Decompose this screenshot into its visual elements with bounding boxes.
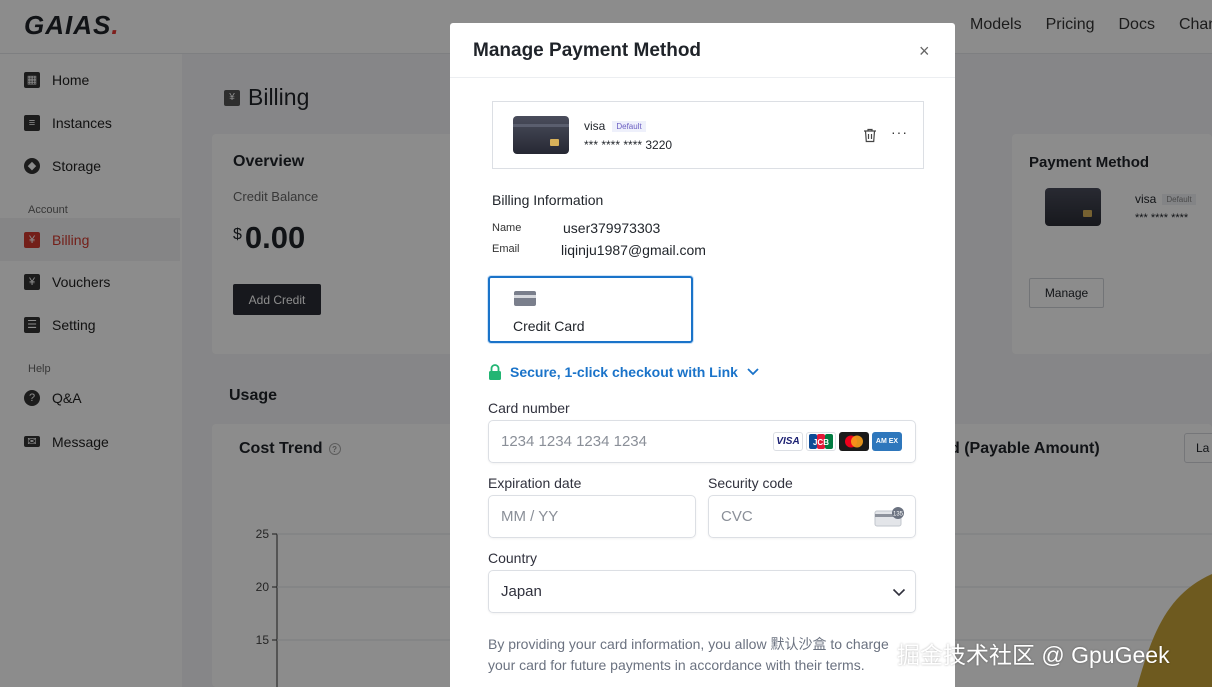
default-badge: Default <box>612 120 646 132</box>
card-number-placeholder: 1234 1234 1234 1234 <box>501 433 647 450</box>
watermark: 掘金技术社区 @ GpuGeek <box>897 642 1170 668</box>
card-image <box>513 116 569 154</box>
email-value: liqinju1987@gmail.com <box>561 242 706 258</box>
saved-card: visa Default *** **** **** 3220 ··· <box>492 101 924 169</box>
link-checkout[interactable]: Secure, 1-click checkout with Link <box>488 364 760 380</box>
cvc-card-icon: 135 <box>874 507 904 527</box>
svg-text:JCB: JCB <box>813 438 829 447</box>
amex-icon: AM EX <box>872 432 902 451</box>
modal-title: Manage Payment Method <box>473 40 702 61</box>
country-select[interactable]: Japan <box>488 570 916 613</box>
jcb-icon: JCB <box>806 432 836 451</box>
visa-icon: VISA <box>773 432 803 451</box>
credit-card-label: Credit Card <box>513 318 585 334</box>
billing-info-title: Billing Information <box>492 192 604 208</box>
chevron-down-icon <box>892 588 906 597</box>
terms-text: By providing your card information, you … <box>488 636 889 673</box>
manage-payment-modal: Manage Payment Method × visa Default ***… <box>450 23 955 687</box>
cvc-input[interactable]: CVC 135 <box>708 495 916 538</box>
expiry-placeholder: MM / YY <box>501 508 559 525</box>
credit-card-tab[interactable]: Credit Card <box>488 276 693 343</box>
expiry-input[interactable]: MM / YY <box>488 495 696 538</box>
country-value: Japan <box>501 583 542 600</box>
chevron-down-icon <box>747 368 759 376</box>
card-number-input[interactable]: 1234 1234 1234 1234 VISA JCB AM EX <box>488 420 916 463</box>
mastercard-icon <box>839 432 869 451</box>
close-icon[interactable]: × <box>919 41 930 62</box>
card-number-label: Card number <box>488 400 570 416</box>
more-icon[interactable]: ··· <box>891 124 908 140</box>
expiry-label: Expiration date <box>488 475 582 491</box>
card-brand: visa Default <box>584 119 646 133</box>
cvc-placeholder: CVC <box>721 508 753 525</box>
credit-card-icon <box>514 291 536 306</box>
country-label: Country <box>488 550 538 566</box>
lock-icon <box>489 364 501 380</box>
name-value: user379973303 <box>563 220 661 236</box>
link-checkout-label: Secure, 1-click checkout with Link <box>510 364 738 380</box>
trash-icon[interactable] <box>863 128 877 143</box>
svg-text:135: 135 <box>893 512 904 518</box>
email-label: Email <box>492 243 520 255</box>
modal-header: Manage Payment Method × <box>450 23 955 78</box>
name-label: Name <box>492 222 522 234</box>
card-number: *** **** **** 3220 <box>584 138 673 152</box>
cvc-label: Security code <box>708 475 793 491</box>
card-brands: VISA JCB AM EX <box>773 432 902 451</box>
